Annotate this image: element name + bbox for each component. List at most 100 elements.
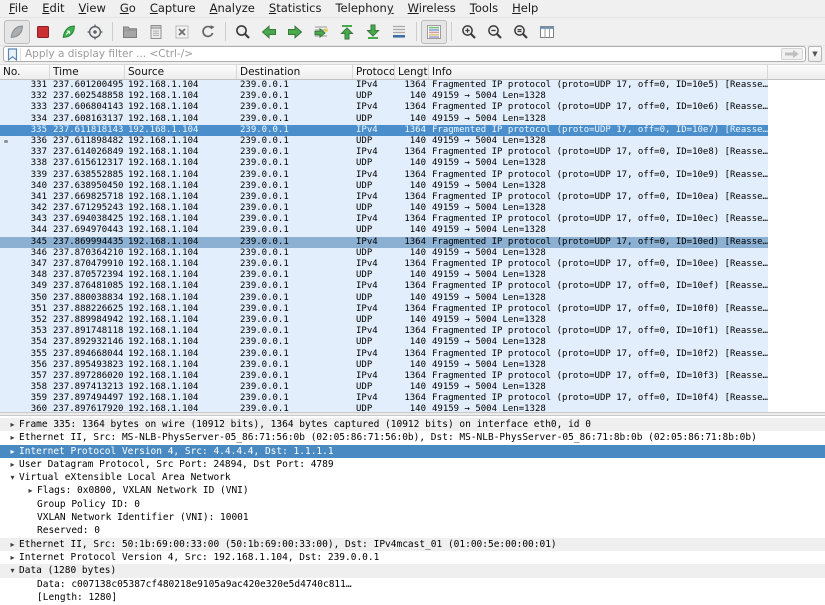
menu-item-statistics[interactable]: Statistics [262,0,329,17]
packet-row-357[interactable]: 357237.897286020192.168.1.104239.0.0.1IP… [0,371,768,382]
packet-details-pane[interactable]: ▸Frame 335: 1364 bytes on wire (10912 bi… [0,416,825,605]
detail-row[interactable]: VXLAN Network Identifier (VNI): 10001 [0,511,825,524]
cell-len: 1364 [395,371,429,382]
menu-item-wireless[interactable]: Wireless [401,0,463,17]
detail-row[interactable]: ▸Flags: 0x0800, VXLAN Network ID (VNI) [0,484,825,497]
reload-file-button[interactable] [195,20,221,44]
expand-icon[interactable]: ▸ [6,445,19,458]
detail-row[interactable]: [Length: 1280] [0,591,825,604]
packet-row-341[interactable]: 341237.669825718192.168.1.104239.0.0.1IP… [0,192,768,203]
menu-item-view[interactable]: View [72,0,113,17]
packet-row-351[interactable]: 351237.888226625192.168.1.104239.0.0.1IP… [0,304,768,315]
column-header-time[interactable]: Time [50,65,125,79]
menu-item-capture[interactable]: Capture [143,0,203,17]
packet-row-347[interactable]: 347237.870479910192.168.1.104239.0.0.1IP… [0,259,768,270]
detail-row[interactable]: ▾Data (1280 bytes) [0,564,825,577]
column-header-protocol[interactable]: Protocol [353,65,395,79]
resize-columns-button[interactable] [534,20,560,44]
display-filter-input[interactable] [3,46,806,62]
column-header-destination[interactable]: Destination [237,65,353,79]
packet-row-333[interactable]: 333237.606804143192.168.1.104239.0.0.1IP… [0,102,768,113]
packet-row-332[interactable]: 332237.602548858192.168.1.104239.0.0.1UD… [0,91,768,102]
detail-row[interactable]: ▸Internet Protocol Version 4, Src: 4.4.4… [0,445,825,458]
collapse-icon[interactable]: ▾ [6,471,19,484]
colorize-packets-button[interactable] [421,20,447,44]
packet-row-343[interactable]: 343237.694038425192.168.1.104239.0.0.1IP… [0,214,768,225]
detail-row[interactable]: Reserved: 0 [0,524,825,537]
start-capture-button[interactable] [4,20,30,44]
packet-row-356[interactable]: 356237.895493823192.168.1.104239.0.0.1UD… [0,360,768,371]
zoom-normal-button[interactable] [508,20,534,44]
auto-scroll-button[interactable] [386,20,412,44]
filter-text-field[interactable] [21,48,781,60]
collapse-icon[interactable]: ▾ [6,564,19,577]
expand-icon[interactable]: ▸ [6,418,19,431]
packet-row-359[interactable]: 359237.897494497192.168.1.104239.0.0.1IP… [0,393,768,404]
stop-capture-button[interactable] [30,20,56,44]
menu-item-file[interactable]: File [2,0,35,17]
zoom-out-button[interactable] [482,20,508,44]
go-to-packet-button[interactable] [308,20,334,44]
save-file-button[interactable] [143,20,169,44]
capture-options-button[interactable] [82,20,108,44]
zoom-in-button[interactable] [456,20,482,44]
last-packet-button[interactable] [360,20,386,44]
detail-row[interactable]: ▸Ethernet II, Src: 50:1b:69:00:33:00 (50… [0,538,825,551]
packet-row-336[interactable]: 336237.611898482192.168.1.104239.0.0.1UD… [0,136,768,147]
packet-row-358[interactable]: 358237.897413213192.168.1.104239.0.0.1UD… [0,382,768,393]
detail-row[interactable]: Group Policy ID: 0 [0,498,825,511]
expand-icon[interactable]: ▸ [6,551,19,564]
packet-row-348[interactable]: 348237.870572394192.168.1.104239.0.0.1UD… [0,270,768,281]
detail-row[interactable]: ▸User Datagram Protocol, Src Port: 24894… [0,458,825,471]
menu-item-go[interactable]: Go [113,0,143,17]
detail-row[interactable]: ▸Ethernet II, Src: MS-NLB-PhysServer-05_… [0,431,825,444]
packet-row-338[interactable]: 338237.615612317192.168.1.104239.0.0.1UD… [0,158,768,169]
packet-row-344[interactable]: 344237.694970443192.168.1.104239.0.0.1UD… [0,225,768,236]
detail-row[interactable]: ▾Virtual eXtensible Local Area Network [0,471,825,484]
packet-row-355[interactable]: 355237.894668044192.168.1.104239.0.0.1IP… [0,349,768,360]
packet-row-360[interactable]: 360237.897617920192.168.1.104239.0.0.1UD… [0,404,768,412]
close-file-button[interactable] [169,20,195,44]
menu-item-edit[interactable]: Edit [35,0,71,17]
column-header-source[interactable]: Source [125,65,237,79]
column-header-no[interactable]: No. [0,65,50,79]
detail-row[interactable]: ▸Frame 335: 1364 bytes on wire (10912 bi… [0,418,825,431]
packet-row-354[interactable]: 354237.892932146192.168.1.104239.0.0.1UD… [0,337,768,348]
packet-row-334[interactable]: 334237.608163137192.168.1.104239.0.0.1UD… [0,114,768,125]
packet-row-342[interactable]: 342237.671295243192.168.1.104239.0.0.1UD… [0,203,768,214]
packet-list-body[interactable]: 331237.601200495192.168.1.104239.0.0.1IP… [0,80,825,412]
expand-icon[interactable]: ▸ [6,458,19,471]
packet-row-335[interactable]: 335237.611818143192.168.1.104239.0.0.1IP… [0,125,768,136]
detail-row[interactable]: Data: c007138c05387cf480218e9105a9ac420e… [0,578,825,591]
packet-row-337[interactable]: 337237.614026849192.168.1.104239.0.0.1IP… [0,147,768,158]
menu-item-help[interactable]: Help [505,0,545,17]
find-packet-button[interactable] [230,20,256,44]
packet-row-350[interactable]: 350237.880038834192.168.1.104239.0.0.1UD… [0,293,768,304]
detail-text: VXLAN Network Identifier (VNI): 10001 [37,511,249,524]
filter-bookmark-icon[interactable] [7,48,21,61]
menu-item-analyze[interactable]: Analyze [203,0,262,17]
restart-capture-button[interactable] [56,20,82,44]
detail-row[interactable]: ▸Internet Protocol Version 4, Src: 192.1… [0,551,825,564]
packet-row-339[interactable]: 339237.638552885192.168.1.104239.0.0.1IP… [0,170,768,181]
previous-packet-button[interactable] [256,20,282,44]
packet-row-340[interactable]: 340237.638950450192.168.1.104239.0.0.1UD… [0,181,768,192]
next-packet-button[interactable] [282,20,308,44]
apply-filter-button[interactable] [781,48,803,60]
column-header-length[interactable]: Length [395,65,429,79]
column-header-info[interactable]: Info [429,65,768,79]
expand-icon[interactable]: ▸ [6,431,19,444]
menu-item-telephony[interactable]: Telephony [328,0,400,17]
expand-icon[interactable]: ▸ [24,484,37,497]
packet-row-345[interactable]: 345237.869994435192.168.1.104239.0.0.1IP… [0,237,768,248]
packet-row-349[interactable]: 349237.876481085192.168.1.104239.0.0.1IP… [0,281,768,292]
packet-row-346[interactable]: 346237.870364210192.168.1.104239.0.0.1UD… [0,248,768,259]
menu-item-tools[interactable]: Tools [463,0,505,17]
expand-icon[interactable]: ▸ [6,538,19,551]
packet-row-353[interactable]: 353237.891748118192.168.1.104239.0.0.1IP… [0,326,768,337]
first-packet-button[interactable] [334,20,360,44]
packet-row-352[interactable]: 352237.889984942192.168.1.104239.0.0.1UD… [0,315,768,326]
open-file-button[interactable] [117,20,143,44]
filter-dropdown-button[interactable]: ▼ [808,46,822,62]
packet-row-331[interactable]: 331237.601200495192.168.1.104239.0.0.1IP… [0,80,768,91]
